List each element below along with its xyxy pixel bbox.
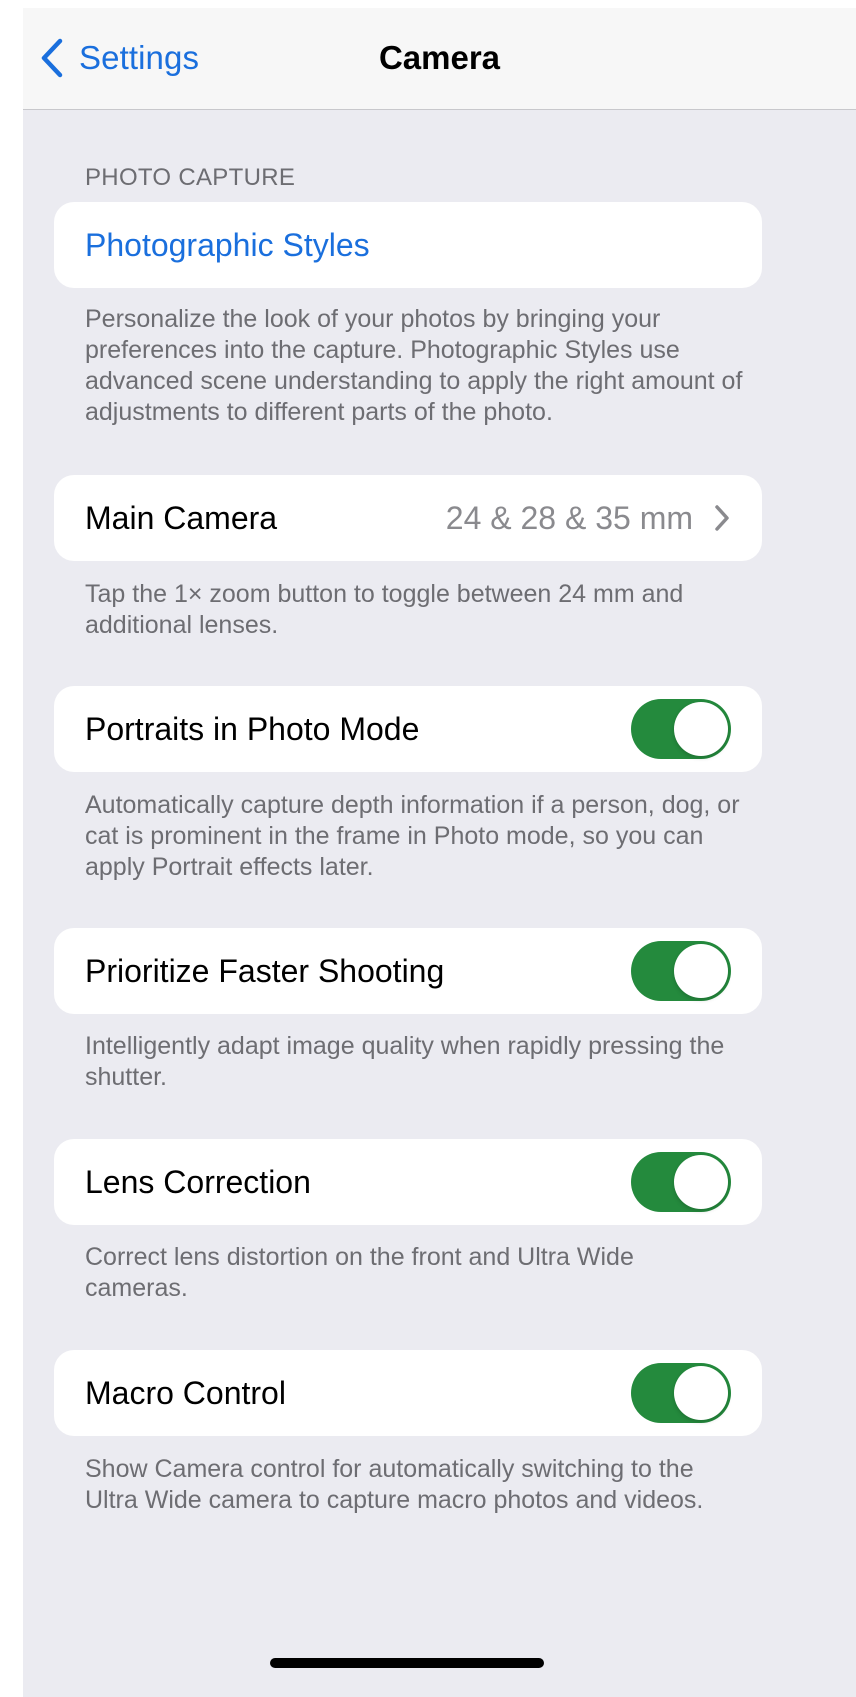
macro-control-row: Macro Control <box>54 1350 762 1436</box>
prioritize-faster-shooting-footer: Intelligently adapt image quality when r… <box>85 1032 725 1091</box>
macro-control-toggle[interactable] <box>631 1363 731 1423</box>
chevron-right-icon <box>715 505 729 531</box>
camera-settings-screen: Settings Camera PHOTO CAPTURE Photograph… <box>23 8 856 1697</box>
photographic-styles-footer: Personalize the look of your photos by b… <box>85 305 743 426</box>
navigation-bar: Settings Camera <box>23 8 856 110</box>
portraits-in-photo-mode-toggle[interactable] <box>631 699 731 759</box>
main-camera-row[interactable]: Main Camera 24 & 28 & 35 mm <box>54 475 762 561</box>
toggle-knob <box>674 702 728 756</box>
home-indicator[interactable] <box>270 1658 544 1668</box>
portraits-in-photo-mode-label: Portraits in Photo Mode <box>85 710 420 747</box>
toggle-knob <box>674 944 728 998</box>
photographic-styles-row[interactable]: Photographic Styles <box>54 202 762 288</box>
prioritize-faster-shooting-label: Prioritize Faster Shooting <box>85 952 445 989</box>
lens-correction-row: Lens Correction <box>54 1139 762 1225</box>
macro-control-footer: Show Camera control for automatically sw… <box>85 1455 704 1514</box>
main-camera-footer: Tap the 1× zoom button to toggle between… <box>85 580 684 639</box>
page-title: Camera <box>378 39 501 76</box>
lens-correction-footer: Correct lens distortion on the front and… <box>85 1243 634 1302</box>
toggle-knob <box>674 1155 728 1209</box>
photographic-styles-label: Photographic Styles <box>85 226 370 263</box>
portraits-in-photo-mode-row: Portraits in Photo Mode <box>54 686 762 772</box>
lens-correction-label: Lens Correction <box>85 1163 311 1200</box>
toggle-knob <box>674 1366 728 1420</box>
section-header-photo-capture: PHOTO CAPTURE <box>85 164 296 191</box>
portraits-in-photo-mode-footer: Automatically capture depth information … <box>85 791 740 881</box>
lens-correction-toggle[interactable] <box>631 1152 731 1212</box>
main-camera-value: 24 & 28 & 35 mm <box>445 499 693 536</box>
prioritize-faster-shooting-toggle[interactable] <box>631 941 731 1001</box>
main-camera-label: Main Camera <box>85 499 278 536</box>
macro-control-label: Macro Control <box>85 1374 286 1411</box>
prioritize-faster-shooting-row: Prioritize Faster Shooting <box>54 928 762 1014</box>
main-camera-value-group: 24 & 28 & 35 mm <box>446 500 731 537</box>
